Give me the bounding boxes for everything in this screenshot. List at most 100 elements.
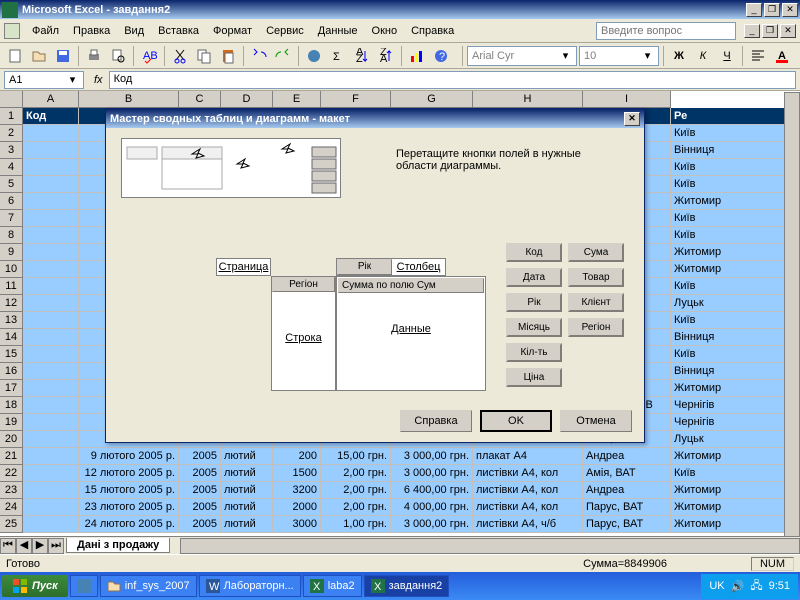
cell[interactable] — [23, 431, 79, 448]
cell[interactable]: 3 000,00 грн. — [391, 448, 473, 465]
menu-view[interactable]: Вид — [118, 23, 150, 39]
cell[interactable]: Андреа — [583, 448, 671, 465]
close-button[interactable]: ✕ — [782, 3, 798, 17]
redo-icon[interactable] — [272, 45, 294, 67]
row-header[interactable]: 22 — [0, 465, 23, 482]
cell[interactable]: Київ — [671, 125, 791, 142]
minimize-button[interactable]: _ — [746, 3, 762, 17]
row-header[interactable]: 19 — [0, 414, 23, 431]
cell[interactable] — [23, 499, 79, 516]
cell[interactable]: Київ — [671, 346, 791, 363]
cell[interactable] — [23, 414, 79, 431]
column-drop-zone[interactable]: Рік Столбец — [336, 258, 446, 276]
new-file-icon[interactable] — [4, 45, 26, 67]
cell[interactable]: Парус, ВАТ — [583, 516, 671, 533]
cell[interactable]: листівки А4, кол — [473, 499, 583, 516]
cell[interactable]: 9 лютого 2005 р. — [79, 448, 179, 465]
cell[interactable]: Житомир — [671, 499, 791, 516]
row-header[interactable]: 1 — [0, 108, 23, 125]
field-in-row[interactable]: Регіон — [272, 277, 335, 292]
cell[interactable]: 3 000,00 грн. — [391, 465, 473, 482]
underline-icon[interactable]: Ч — [716, 45, 738, 67]
fx-label[interactable]: fx — [94, 74, 103, 86]
cell[interactable]: Код — [23, 108, 79, 125]
cell[interactable]: 3200 — [273, 482, 321, 499]
font-size-combo[interactable]: 10▾ — [579, 46, 659, 66]
cell[interactable]: 2005 — [179, 448, 221, 465]
print-preview-icon[interactable] — [107, 45, 129, 67]
pivot-field-Кіл-ть[interactable]: Кіл-ть — [506, 343, 562, 362]
cell[interactable] — [23, 159, 79, 176]
menu-file[interactable]: Файл — [26, 23, 65, 39]
cell[interactable]: Житомир — [671, 261, 791, 278]
cell[interactable] — [23, 465, 79, 482]
cell[interactable]: Житомир — [671, 516, 791, 533]
hyperlink-icon[interactable] — [303, 45, 325, 67]
cell[interactable] — [23, 176, 79, 193]
font-name-combo[interactable]: Arial Cyr▾ — [467, 46, 577, 66]
sort-desc-icon[interactable]: ZA — [375, 45, 397, 67]
row-header[interactable]: 3 — [0, 142, 23, 159]
cell[interactable]: Вінниця — [671, 329, 791, 346]
taskbar-item-folder[interactable]: inf_sys_2007 — [100, 575, 197, 597]
cell[interactable]: Ре — [671, 108, 791, 125]
row-header[interactable]: 9 — [0, 244, 23, 261]
tab-nav-next[interactable]: ▶ — [32, 538, 48, 554]
row-header[interactable]: 13 — [0, 312, 23, 329]
formula-input[interactable]: Код — [109, 71, 796, 89]
cut-icon[interactable] — [169, 45, 191, 67]
cell[interactable]: Житомир — [671, 380, 791, 397]
menu-format[interactable]: Формат — [207, 23, 258, 39]
field-in-column[interactable]: Рік — [337, 259, 392, 275]
column-header[interactable]: D — [221, 91, 273, 108]
align-left-icon[interactable] — [747, 45, 769, 67]
cancel-button[interactable]: Отмена — [560, 410, 632, 432]
cell[interactable]: 2005 — [179, 465, 221, 482]
language-indicator[interactable]: UK — [709, 580, 724, 592]
help-question-input[interactable] — [596, 22, 736, 40]
cell[interactable]: Київ — [671, 312, 791, 329]
italic-icon[interactable]: К — [692, 45, 714, 67]
cell[interactable]: Вінниця — [671, 142, 791, 159]
row-header[interactable]: 18 — [0, 397, 23, 414]
cell[interactable]: Чернігів — [671, 414, 791, 431]
undo-icon[interactable] — [248, 45, 270, 67]
pivot-field-Місяць[interactable]: Місяць — [506, 318, 562, 337]
row-drop-zone[interactable]: Регіон Строка — [271, 276, 336, 391]
cell[interactable] — [23, 397, 79, 414]
column-header[interactable]: G — [391, 91, 473, 108]
pivot-field-Товар[interactable]: Товар — [568, 268, 624, 287]
cell[interactable] — [23, 278, 79, 295]
cell[interactable]: Житомир — [671, 448, 791, 465]
menu-window[interactable]: Окно — [366, 23, 404, 39]
mdi-minimize-button[interactable]: _ — [744, 24, 760, 38]
cell[interactable]: плакат А4 — [473, 448, 583, 465]
tab-nav-first[interactable]: ⏮ — [0, 538, 16, 554]
row-header[interactable]: 7 — [0, 210, 23, 227]
bold-icon[interactable]: Ж — [668, 45, 690, 67]
cell[interactable]: Київ — [671, 227, 791, 244]
cell[interactable] — [23, 346, 79, 363]
cell[interactable]: 2000 — [273, 499, 321, 516]
pivot-field-Дата[interactable]: Дата — [506, 268, 562, 287]
row-header[interactable]: 11 — [0, 278, 23, 295]
cell[interactable]: 23 лютого 2005 р. — [79, 499, 179, 516]
cell[interactable]: листівки А4, кол — [473, 465, 583, 482]
sheet-tab-active[interactable]: Дані з продажу — [66, 538, 170, 553]
cell[interactable] — [23, 125, 79, 142]
row-header[interactable]: 10 — [0, 261, 23, 278]
cell[interactable]: Житомир — [671, 244, 791, 261]
horizontal-scrollbar[interactable] — [180, 538, 800, 554]
cell[interactable] — [23, 193, 79, 210]
row-header[interactable]: 23 — [0, 482, 23, 499]
cell[interactable]: Луцьк — [671, 431, 791, 448]
cell[interactable] — [23, 380, 79, 397]
cell[interactable]: 2,00 грн. — [321, 465, 391, 482]
cell[interactable]: лютий — [221, 499, 273, 516]
cell[interactable]: Парус, ВАТ — [583, 499, 671, 516]
mdi-close-button[interactable]: ✕ — [780, 24, 796, 38]
row-header[interactable]: 24 — [0, 499, 23, 516]
paste-icon[interactable] — [217, 45, 239, 67]
copy-icon[interactable] — [193, 45, 215, 67]
column-header[interactable]: H — [473, 91, 583, 108]
